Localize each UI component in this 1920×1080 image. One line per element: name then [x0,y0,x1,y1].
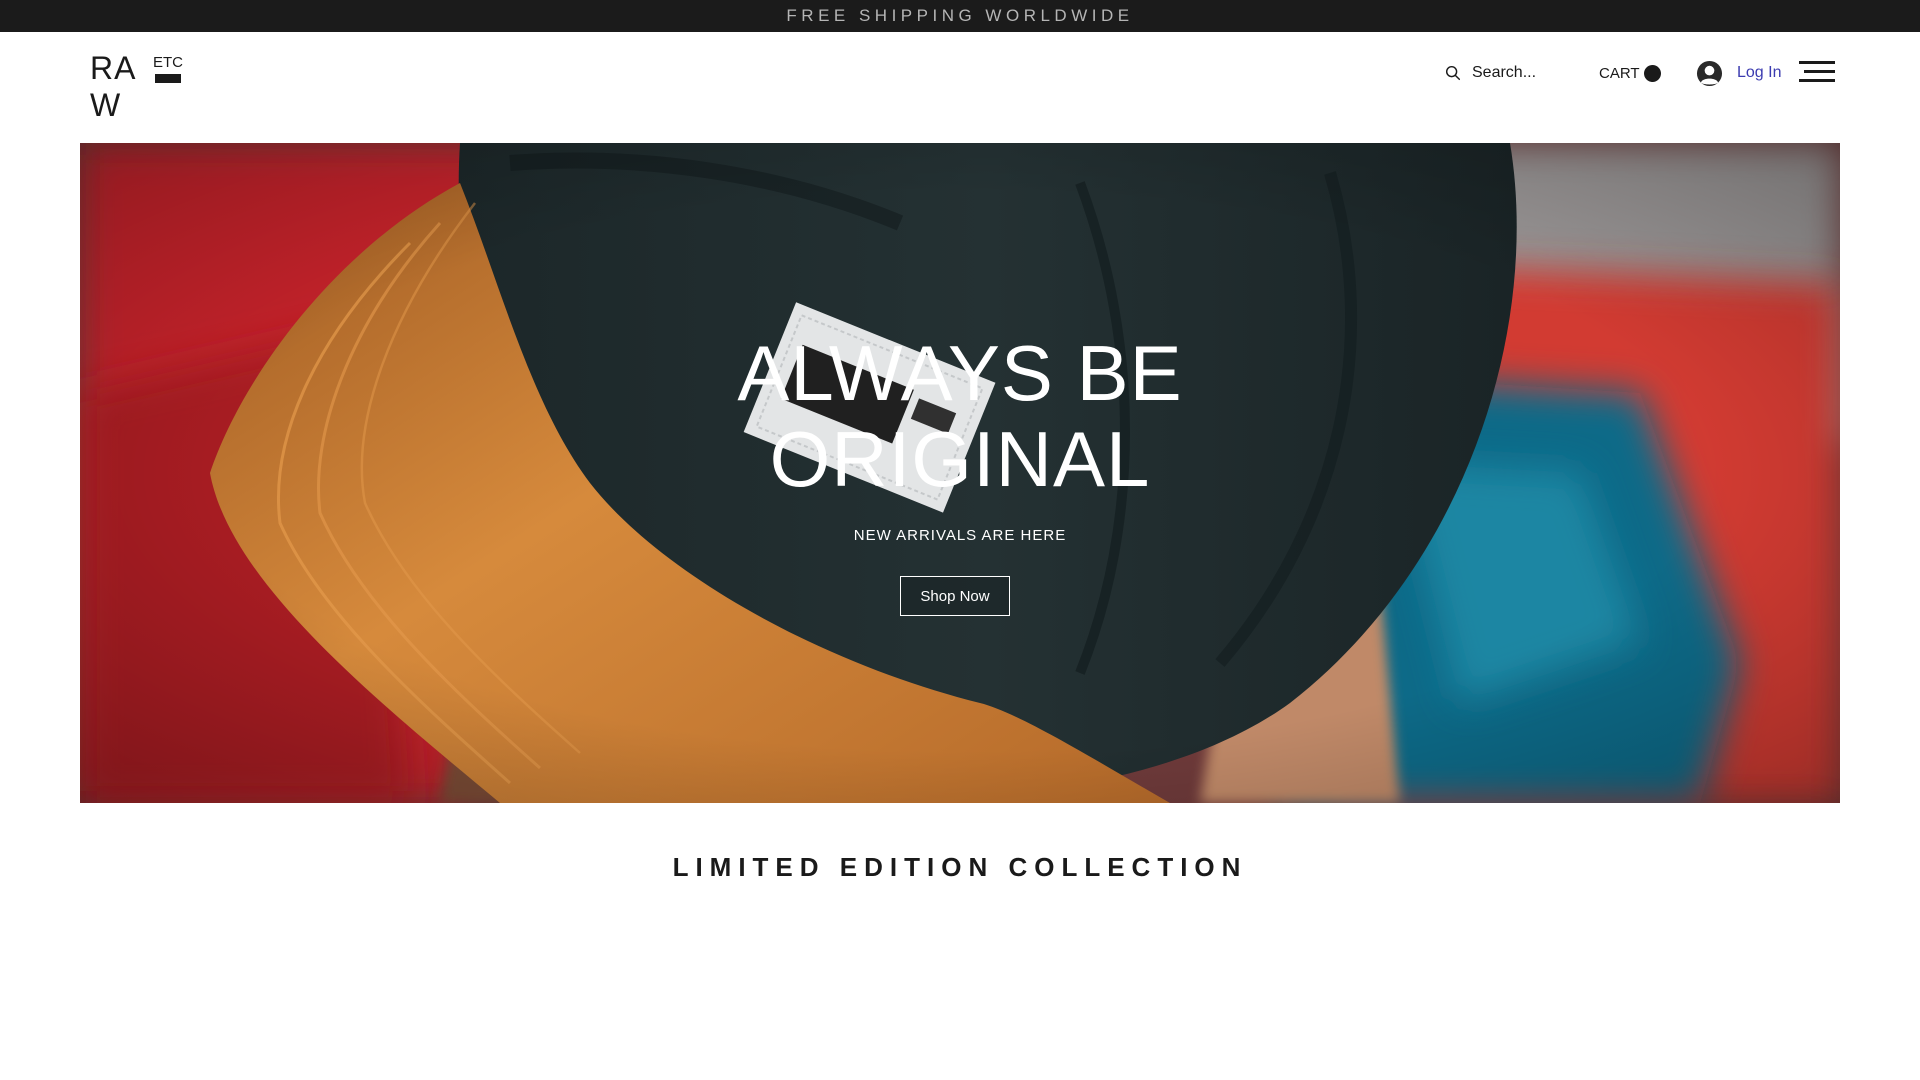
hero-content: ALWAYS BE ORIGINAL NEW ARRIVALS ARE HERE… [80,143,1840,803]
shop-now-button[interactable]: Shop Now [900,576,1010,616]
announcement-text: FREE SHIPPING WORLDWIDE [786,6,1134,25]
search-box[interactable] [1444,60,1574,86]
cart-count-badge [1643,64,1661,82]
logo-bar [155,74,181,83]
hamburger-menu-icon[interactable] [1799,59,1835,85]
cart-label: CART [1599,64,1640,82]
logo-sub-text: ETC [153,54,183,71]
hero-subtitle: NEW ARRIVALS ARE HERE [853,527,1067,544]
logo-main-text: RAW [90,50,137,123]
hero-title: ALWAYS BE ORIGINAL [737,329,1183,503]
announcement-bar: FREE SHIPPING WORLDWIDE [0,0,1920,32]
cart-button[interactable]: CART [1599,61,1661,85]
login-label: Log In [1737,64,1782,81]
account-icon [1696,60,1723,86]
site-header: RAW ETC CART Log In [0,32,1920,143]
search-input[interactable] [1472,64,1572,82]
site-logo[interactable]: RAW ETC [90,50,190,130]
search-icon [1445,65,1461,81]
hero-banner: ALWAYS BE ORIGINAL NEW ARRIVALS ARE HERE… [80,143,1840,803]
login-button[interactable]: Log In [1696,57,1781,89]
collection-heading: LIMITED EDITION COLLECTION [672,852,1248,882]
